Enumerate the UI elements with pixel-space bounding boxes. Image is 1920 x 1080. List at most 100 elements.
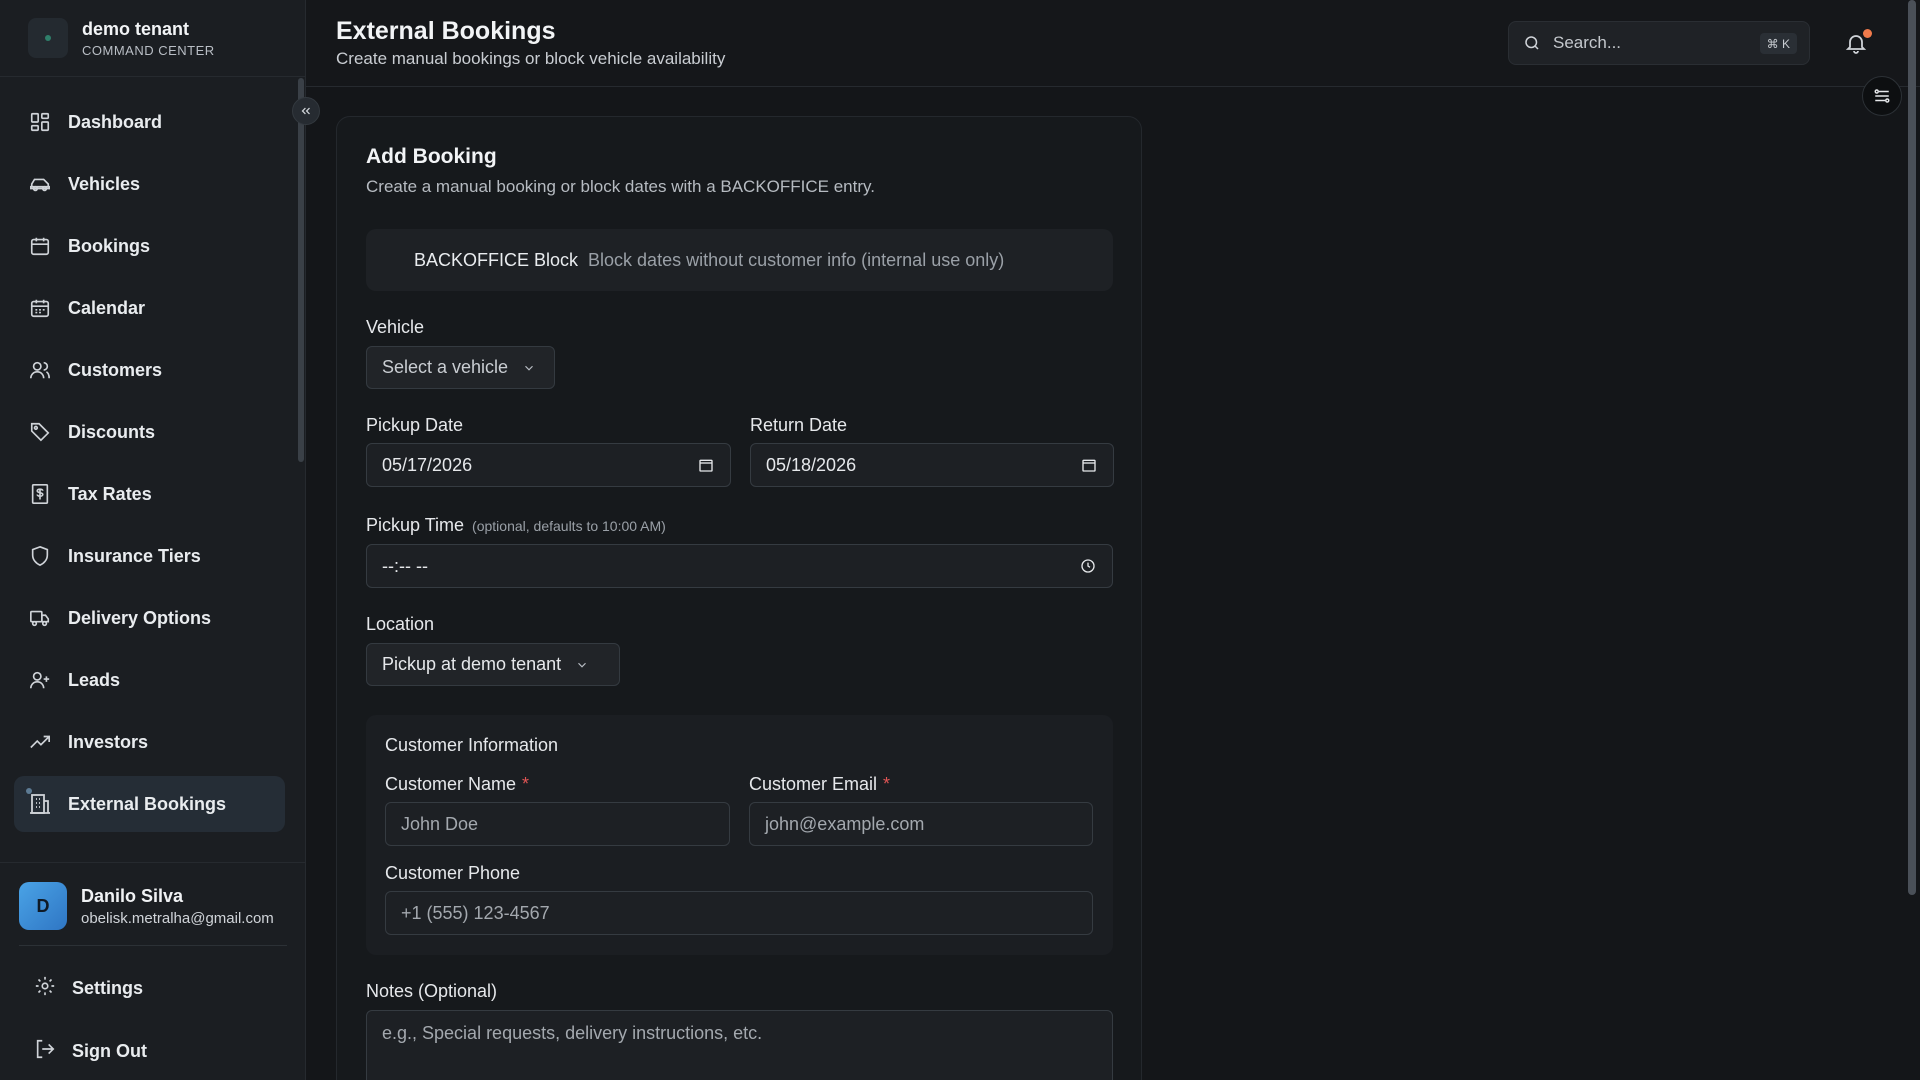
chevron-down-icon (525, 365, 533, 371)
search-input[interactable]: Search... ⌘ K (1508, 21, 1810, 65)
sidebar-scrollbar[interactable] (298, 78, 304, 462)
vehicle-select[interactable]: Select a vehicle (366, 346, 555, 389)
divider (0, 76, 306, 77)
customer-name-label-text: Customer Name (385, 774, 517, 794)
chevrons-left-icon (301, 107, 310, 115)
settings-button[interactable]: Settings (34, 975, 143, 1002)
pickup-time-hint: (optional, defaults to 10:00 AM) (472, 518, 666, 534)
customer-name-input[interactable]: John Doe (385, 802, 730, 846)
user-name: Danilo Silva (81, 885, 184, 906)
sidebar-item-external-bookings[interactable]: External Bookings (14, 776, 285, 832)
building-icon (28, 792, 52, 816)
notes-placeholder: e.g., Special requests, delivery instruc… (382, 1023, 763, 1043)
card-subtitle: Create a manual booking or block dates w… (366, 177, 875, 196)
customer-email-placeholder: john@example.com (765, 813, 925, 834)
pickup-date-value: 05/17/2026 (382, 454, 473, 475)
calendar-picker-icon[interactable] (1081, 457, 1097, 473)
sidebar-item-discounts[interactable]: Discounts (14, 404, 285, 460)
trending-up-icon (28, 730, 52, 754)
pickup-time-label-text: Pickup Time (366, 515, 465, 535)
customer-phone-placeholder: +1 (555) 123-4567 (401, 902, 550, 923)
sidebar-item-label: Vehicles (68, 173, 141, 194)
pickup-date-input[interactable]: 05/17/2026 (366, 443, 731, 487)
gear-icon (34, 975, 56, 1002)
sign-out-icon (34, 1038, 56, 1065)
customer-email-label-text: Customer Email (749, 774, 878, 794)
sidebar-item-label: Discounts (68, 421, 156, 442)
vehicle-label: Vehicle (366, 317, 425, 337)
sidebar-item-bookings[interactable]: Bookings (14, 218, 285, 274)
customer-section-title: Customer Information (385, 735, 559, 755)
sidebar-item-investors[interactable]: Investors (14, 714, 285, 770)
backoffice-description: Block dates without customer info (inter… (588, 249, 1005, 270)
sidebar-item-delivery-options[interactable]: Delivery Options (14, 590, 285, 646)
sidebar-item-label: Leads (68, 669, 121, 690)
sidebar-item-tax-rates[interactable]: Tax Rates (14, 466, 285, 522)
active-indicator (26, 788, 32, 794)
sign-out-label: Sign Out (72, 1041, 147, 1061)
notes-textarea[interactable]: e.g., Special requests, delivery instruc… (366, 1010, 1113, 1080)
users-icon (28, 358, 52, 382)
calendar-picker-icon[interactable] (698, 457, 714, 473)
shield-icon (28, 544, 52, 568)
sign-out-button[interactable]: Sign Out (34, 1038, 147, 1065)
sidebar-item-label: Delivery Options (68, 607, 212, 628)
sidebar-item-dashboard[interactable]: Dashboard (14, 94, 285, 150)
customer-name-label: Customer Name * (385, 774, 529, 795)
calendar-grid-icon (28, 296, 52, 320)
backoffice-block-toggle[interactable]: BACKOFFICE Block Block dates without cus… (366, 229, 1113, 291)
pickup-time-label: Pickup Time (optional, defaults to 10:00 … (366, 515, 666, 536)
location-select[interactable]: Pickup at demo tenant (366, 643, 620, 686)
pickup-time-input[interactable]: --:-- -- (366, 544, 1113, 588)
collapse-sidebar-button[interactable] (292, 97, 320, 125)
customer-name-placeholder: John Doe (401, 813, 479, 834)
pickup-time-value: --:-- -- (382, 555, 428, 576)
receipt-icon (28, 482, 52, 506)
page-subtitle: Create manual bookings or block vehicle … (336, 49, 726, 68)
location-label: Location (366, 614, 435, 634)
filter-toggle-button[interactable] (1862, 76, 1902, 116)
sidebar-nav: Dashboard Vehicles Bookings Calendar Cus… (14, 94, 285, 838)
clock-icon[interactable] (1080, 558, 1096, 574)
avatar: D (19, 882, 67, 930)
brand-subtitle: COMMAND CENTER (82, 42, 215, 58)
brand[interactable]: demo tenant COMMAND CENTER (28, 18, 215, 58)
sidebar-item-label: Calendar (68, 297, 146, 318)
sidebar-item-leads[interactable]: Leads (14, 652, 285, 708)
brand-logo (28, 18, 68, 58)
user-email: obelisk.metralha@gmail.com (81, 909, 274, 927)
sidebar-item-calendar[interactable]: Calendar (14, 280, 285, 336)
sidebar-item-customers[interactable]: Customers (14, 342, 285, 398)
main-scrollbar[interactable] (1908, 0, 1916, 895)
sidebar-item-vehicles[interactable]: Vehicles (14, 156, 285, 212)
required-mark: * (883, 774, 891, 794)
settings-label: Settings (72, 978, 144, 998)
sidebar-item-label: Customers (68, 359, 163, 380)
dashboard-icon (28, 110, 52, 134)
pickup-date-label: Pickup Date (366, 415, 464, 435)
user-profile[interactable]: D Danilo Silva obelisk.metralha@gmail.co… (19, 882, 274, 930)
backoffice-title: BACKOFFICE Block (414, 249, 579, 270)
sliders-icon (1874, 89, 1890, 103)
tag-icon (28, 420, 52, 444)
car-icon (28, 172, 52, 196)
search-icon (1525, 36, 1539, 50)
customer-phone-input[interactable]: +1 (555) 123-4567 (385, 891, 1093, 935)
calendar-icon (28, 234, 52, 258)
return-date-input[interactable]: 05/18/2026 (750, 443, 1114, 487)
vehicle-select-value: Select a vehicle (382, 357, 509, 377)
customer-email-input[interactable]: john@example.com (749, 802, 1093, 846)
divider (19, 945, 287, 946)
notes-label: Notes (Optional) (366, 981, 498, 1001)
add-booking-card: Add Booking Create a manual booking or b… (336, 116, 1142, 1080)
truck-icon (28, 606, 52, 630)
sidebar-item-insurance-tiers[interactable]: Insurance Tiers (14, 528, 285, 584)
location-select-value: Pickup at demo tenant (382, 654, 562, 674)
card-title: Add Booking (366, 145, 497, 168)
search-placeholder: Search... (1553, 33, 1622, 52)
top-header: External Bookings Create manual bookings… (306, 0, 1920, 87)
sidebar-item-label: External Bookings (68, 793, 227, 814)
customer-email-label: Customer Email * (749, 774, 890, 795)
keyboard-shortcut-badge: ⌘ K (1759, 33, 1797, 54)
sidebar: demo tenant COMMAND CENTER Dashboard Veh… (0, 0, 306, 1080)
